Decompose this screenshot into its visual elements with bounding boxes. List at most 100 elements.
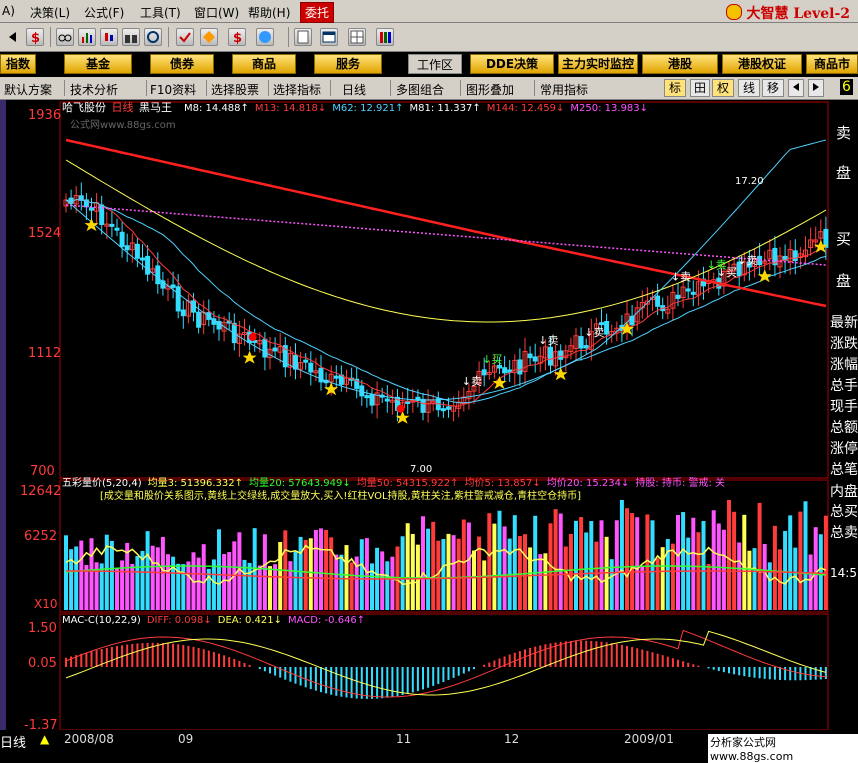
menu-item-formula[interactable]: 公式(F) <box>84 4 124 21</box>
volume-bar <box>89 538 94 610</box>
weituo-button[interactable]: 委托 <box>300 2 335 23</box>
tab-hk-warrant[interactable]: 港股权证 <box>722 54 802 74</box>
tab-commodity[interactable]: 商品 <box>232 54 296 74</box>
volume-bar <box>701 521 706 610</box>
multi-chart[interactable]: 多图组合 <box>396 81 444 98</box>
tool-line[interactable]: 线 <box>738 79 760 97</box>
volume-bar <box>186 561 191 610</box>
select-stock[interactable]: 选择股票 <box>211 81 259 98</box>
candle-body <box>196 311 202 328</box>
workzone-button[interactable]: 工作区 <box>408 54 462 74</box>
indicator-name: 黑马王 <box>139 101 172 114</box>
menu-item-help[interactable]: 帮助(H) <box>248 4 290 21</box>
default-scheme[interactable]: 默认方案 <box>4 81 52 98</box>
candle-body <box>308 362 314 373</box>
tab-service[interactable]: 服务 <box>314 54 382 74</box>
volume-bar <box>502 526 507 610</box>
tool-mark[interactable]: 标 <box>664 79 686 97</box>
date-label-2: 09 <box>178 732 194 746</box>
volume-bar <box>482 560 487 610</box>
document-icon[interactable] <box>294 28 312 46</box>
binoculars-icon[interactable] <box>122 28 140 46</box>
volume-bar <box>778 549 782 610</box>
volume-bar <box>288 561 293 610</box>
tech-analysis[interactable]: 技术分析 <box>70 81 118 98</box>
tab-hk-stock[interactable]: 港股 <box>642 54 718 74</box>
common-indicators[interactable]: 常用指标 <box>540 81 588 98</box>
arrow-left-icon[interactable] <box>4 28 22 46</box>
menu-item-window[interactable]: 窗口(W) <box>194 4 239 21</box>
triangle-icon[interactable]: ▲ <box>40 732 49 746</box>
candle-body <box>599 322 604 326</box>
dollar-icon[interactable]: $ <box>26 28 44 46</box>
high-price-label: 17.20 <box>735 176 764 187</box>
signal-annotation: ↓卖 <box>737 254 757 267</box>
tab-fund[interactable]: 基金 <box>64 54 132 74</box>
limit-up-label: 涨停 <box>830 441 858 457</box>
volume-label: 均价5: 13.857↓ <box>464 477 540 489</box>
window-icon[interactable] <box>320 28 338 46</box>
site-watermark: 分析家公式网www.88gs.com <box>708 734 858 763</box>
volume-bar <box>334 554 339 610</box>
select-indicator[interactable]: 选择指标 <box>273 81 321 98</box>
tool-grid[interactable]: 田 <box>690 79 710 97</box>
watermark: 公式网www.88gs.com <box>70 118 176 131</box>
volume-bar <box>451 535 456 610</box>
volume-bar <box>79 540 84 610</box>
total-trades-label: 总笔 <box>830 462 858 478</box>
volume-bar <box>115 568 119 610</box>
stock-chart-area[interactable]: 1936 1524 1112 700 12642 6252 X10 1.50 0… <box>0 100 830 730</box>
daily-period[interactable]: 日线 <box>342 81 366 98</box>
candle-icon[interactable] <box>100 28 118 46</box>
check-icon[interactable] <box>176 28 194 46</box>
tab-bond[interactable]: 债券 <box>150 54 214 74</box>
tab-index[interactable]: 指数 <box>0 54 36 74</box>
macd-y-label-1: 1.50 <box>28 621 57 636</box>
chart-overlay[interactable]: 图形叠加 <box>466 81 514 98</box>
subbar-separator <box>390 80 391 96</box>
bars-icon[interactable] <box>78 28 96 46</box>
f10-data[interactable]: F10资料 <box>150 81 196 98</box>
grid-icon[interactable] <box>348 28 366 46</box>
volume-bar <box>630 513 635 610</box>
volume-bar <box>405 523 410 610</box>
refresh-icon[interactable] <box>144 28 162 46</box>
volume-bar <box>752 548 757 610</box>
period-status[interactable]: 日线 <box>0 732 26 751</box>
signal-dot <box>396 404 405 413</box>
volume-header: 五彩量价(5,20,4) 均量3: 51396.332↑ 均量20: 57643.9… <box>62 476 725 489</box>
signal-annotation: ↓卖 <box>538 334 558 347</box>
scroll-right-button[interactable] <box>808 79 824 97</box>
tab-commodity-market[interactable]: 商品市 <box>806 54 858 74</box>
globe-icon[interactable] <box>256 28 274 46</box>
toolbar-separator <box>168 27 169 47</box>
volume-bar <box>150 545 155 610</box>
candle-body <box>558 350 564 360</box>
candle-body <box>262 338 268 358</box>
scroll-left-button[interactable] <box>788 79 804 97</box>
volume-bar <box>528 547 533 610</box>
glasses-icon[interactable] <box>56 28 74 46</box>
tab-dde[interactable]: DDE决策 <box>470 54 554 74</box>
candle-body <box>655 295 661 307</box>
volume-bar <box>410 533 415 610</box>
tab-main-monitor[interactable]: 主力实时监控 <box>558 54 638 74</box>
header-label: M81: 11.337↑ <box>409 103 480 114</box>
sell-panel-label: 盘 <box>836 164 852 182</box>
menu-item-tools[interactable]: 工具(T) <box>140 4 181 21</box>
volume-bar <box>619 500 624 610</box>
stock-name: 哈飞股份 <box>62 101 106 114</box>
tool-move[interactable]: 移 <box>762 79 784 97</box>
svg-text:$: $ <box>31 31 40 45</box>
volume-bar <box>293 551 298 610</box>
volume-bar <box>461 519 466 610</box>
menu-item-a[interactable]: A) <box>2 4 15 18</box>
diamond-icon[interactable] <box>200 28 218 46</box>
menu-item-decision[interactable]: 决策(L) <box>30 4 70 21</box>
books-icon[interactable] <box>376 28 394 46</box>
volume-bar <box>446 533 451 610</box>
tool-weight[interactable]: 权 <box>712 79 734 97</box>
volume-label: 均量3: 51396.332↑ <box>148 477 243 489</box>
dollar-red-icon[interactable]: $ <box>228 28 246 46</box>
vol-y-label-scale: X10 <box>34 597 58 611</box>
